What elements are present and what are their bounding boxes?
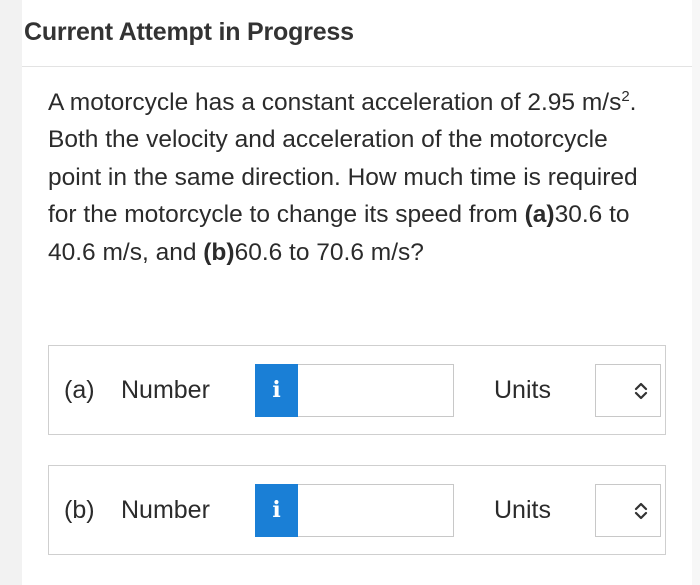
left-gutter	[0, 0, 22, 585]
units-select-b[interactable]	[595, 484, 661, 537]
part-b-label: (b)	[64, 496, 95, 524]
answer-row-b: (b) Number i Units	[48, 465, 666, 555]
units-label-a: Units	[494, 376, 551, 404]
number-input-a[interactable]	[298, 364, 454, 417]
info-icon[interactable]: i	[255, 484, 298, 537]
question-part-b-tag: (b)	[203, 238, 235, 266]
page: Current Attempt in Progress A motorcycle…	[0, 0, 700, 585]
right-gutter	[692, 0, 700, 585]
answer-row-a: (a) Number i Units	[48, 345, 666, 435]
question-part-a-tag: (a)	[524, 201, 555, 229]
question-text: A motorcycle has a constant acceleration…	[48, 84, 658, 271]
number-input-b[interactable]	[298, 484, 454, 537]
units-select-a[interactable]	[595, 364, 661, 417]
question-intro: A motorcycle has a constant acceleration…	[48, 89, 622, 116]
attempt-header: Current Attempt in Progress	[22, 0, 692, 67]
chevron-up-down-icon	[634, 502, 648, 520]
units-label-b: Units	[494, 496, 551, 524]
page-title: Current Attempt in Progress	[24, 18, 354, 46]
info-icon[interactable]: i	[255, 364, 298, 417]
number-label-b: Number	[121, 496, 210, 524]
chevron-up-down-icon	[634, 382, 648, 400]
question-exponent: 2	[621, 88, 630, 105]
question-part-b-range: 60.6 to 70.6 m/s?	[234, 238, 424, 266]
part-a-label: (a)	[64, 376, 95, 404]
number-label-a: Number	[121, 376, 210, 404]
